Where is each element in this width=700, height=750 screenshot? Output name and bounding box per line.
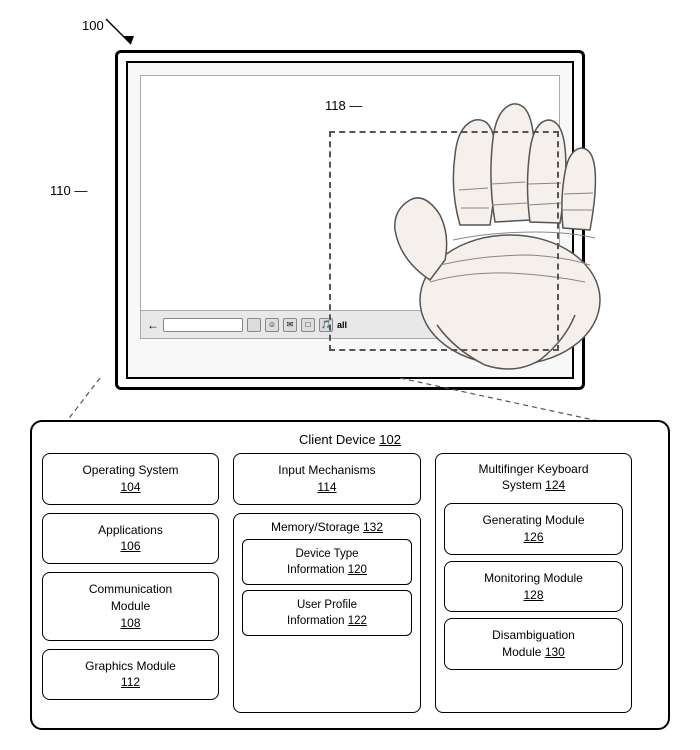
top-section: 100 ← ☺ ✉ □ 🎵 all (0, 0, 700, 420)
memory-storage-title: Memory/Storage 132 (242, 520, 412, 534)
back-arrow-icon: ← (147, 318, 159, 332)
taskbar-icon-4: □ (301, 318, 315, 332)
taskbar-icon-2: ☺ (265, 318, 279, 332)
taskbar-icon-1 (247, 318, 261, 332)
middle-column: Input Mechanisms114 Memory/Storage 132 D… (227, 453, 427, 713)
box-monitoring-module: Monitoring Module128 (444, 561, 623, 613)
label-100-arrow (96, 14, 136, 49)
diagram-title: Client Device 102 (32, 432, 668, 447)
label-110: 110 — (50, 183, 87, 198)
multifinger-title: Multifinger KeyboardSystem 124 (444, 462, 623, 493)
box-generating-module: Generating Module126 (444, 503, 623, 555)
box-graphics-module: Graphics Module112 (42, 649, 219, 701)
client-device-diagram: Client Device 102 Operating System104 Ap… (30, 420, 670, 730)
box-memory-storage: Memory/Storage 132 Device TypeInformatio… (233, 513, 421, 713)
box-communication-module: CommunicationModule108 (42, 572, 219, 640)
box-input-mechanisms: Input Mechanisms114 (233, 453, 421, 505)
box-disambiguation-module: DisambiguationModule 130 (444, 618, 623, 670)
box-device-type-info: Device TypeInformation 120 (242, 539, 412, 585)
box-operating-system: Operating System104 (42, 453, 219, 505)
selection-box-118 (329, 131, 559, 351)
taskbar-icon-3: ✉ (283, 318, 297, 332)
address-bar (163, 318, 243, 332)
right-column: Multifinger KeyboardSystem 124 Generatin… (427, 453, 632, 713)
left-column: Operating System104 Applications106 Comm… (42, 453, 227, 713)
box-applications: Applications106 (42, 513, 219, 565)
multifinger-keyboard-system: Multifinger KeyboardSystem 124 Generatin… (435, 453, 632, 713)
box-user-profile-info: User ProfileInformation 122 (242, 590, 412, 636)
diagram-grid: Operating System104 Applications106 Comm… (32, 453, 668, 721)
